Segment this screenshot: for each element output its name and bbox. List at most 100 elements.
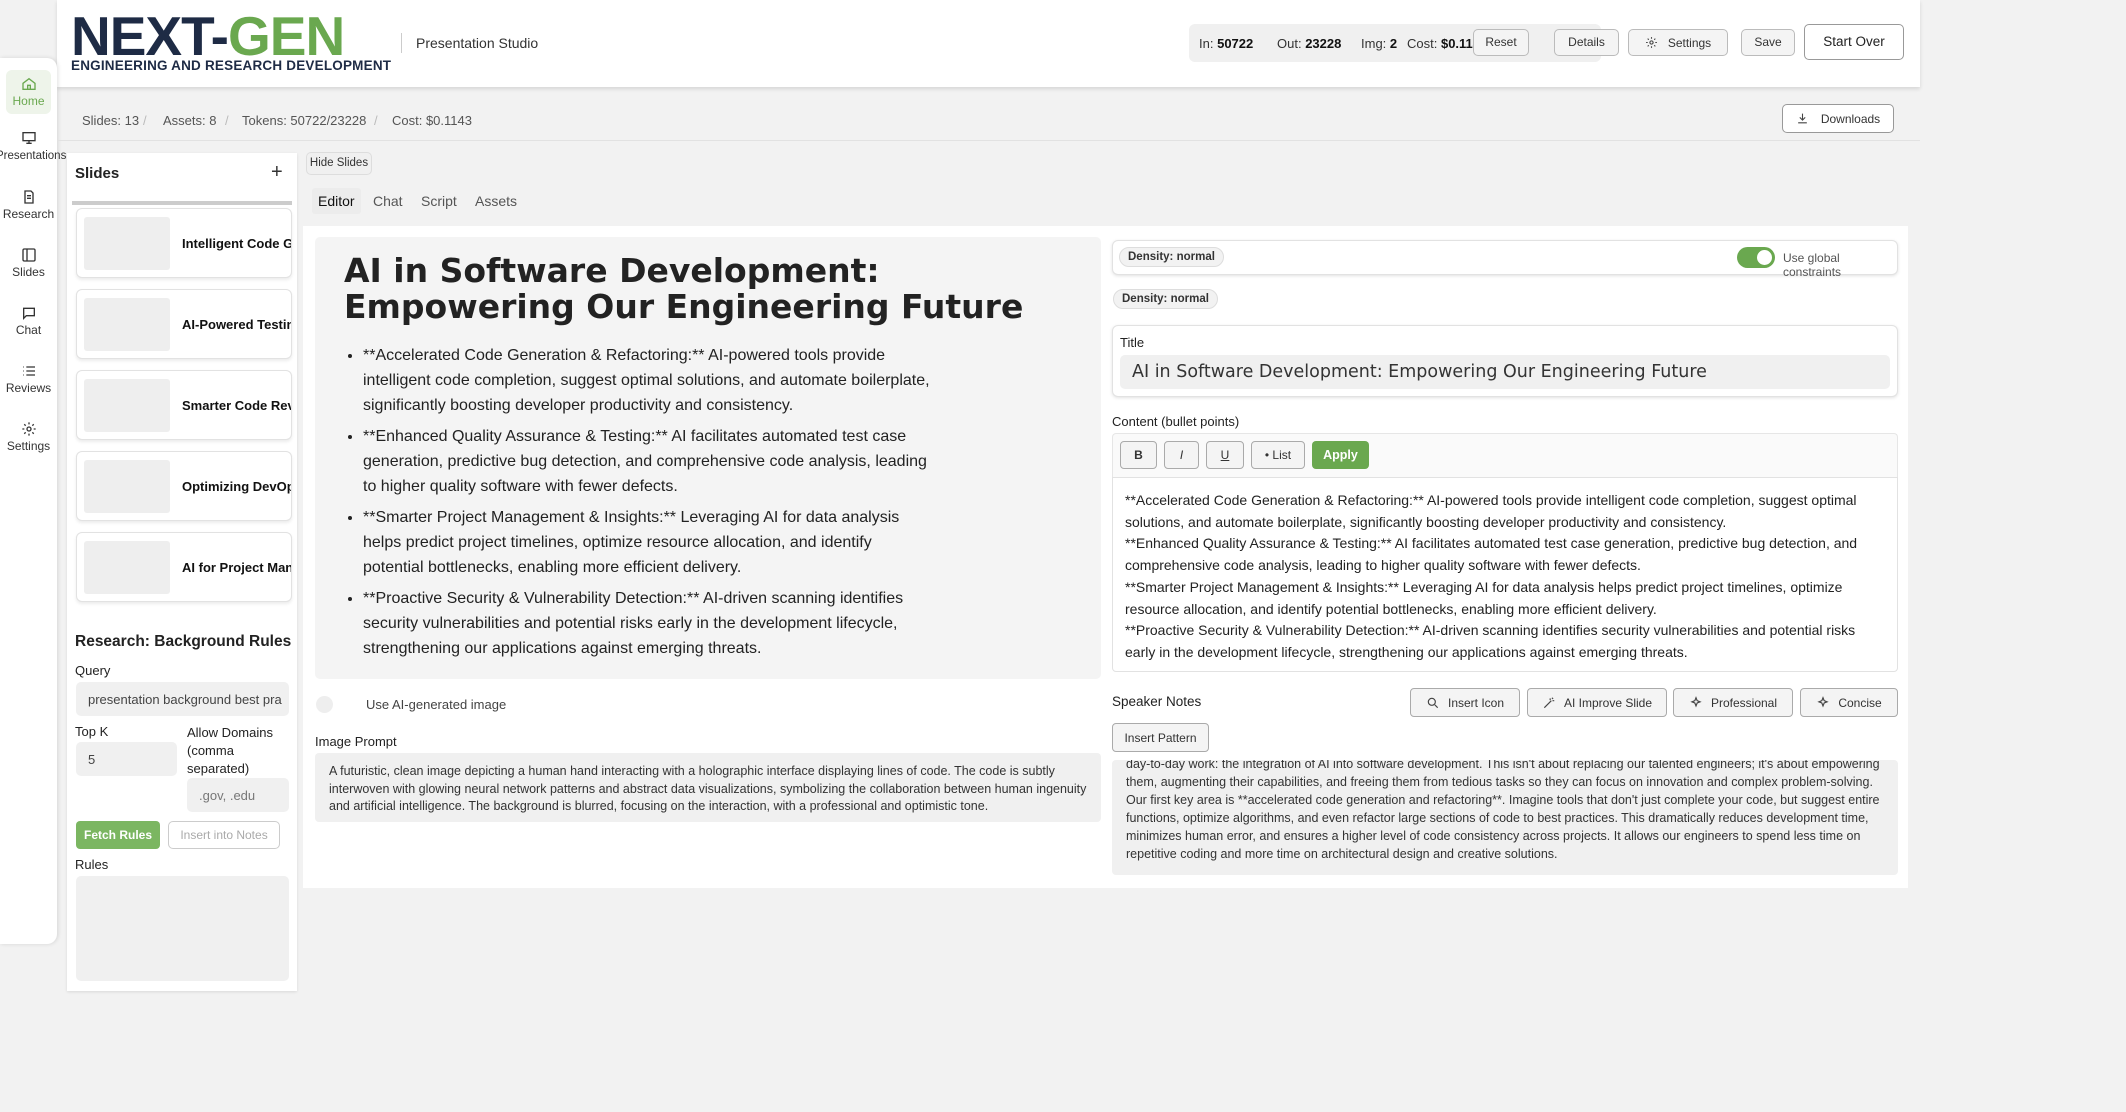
save-button[interactable]: Save [1741, 29, 1795, 56]
fetch-rules-button[interactable]: Fetch Rules [76, 821, 160, 849]
rail-label: Home [12, 94, 45, 108]
topk-label: Top K [75, 724, 109, 739]
italic-button[interactable]: I [1164, 441, 1199, 469]
app-title: Presentation Studio [401, 33, 538, 53]
apply-button[interactable]: Apply [1312, 441, 1369, 469]
content-editor[interactable]: **Accelerated Code Generation & Refactor… [1112, 477, 1898, 672]
rail-label: Reviews [5, 381, 52, 395]
image-prompt-textarea[interactable]: A futuristic, clean image depicting a hu… [315, 753, 1101, 822]
slide-card[interactable]: AI-Powered Testing [76, 289, 292, 359]
rail-item-presentations[interactable]: Presentations [0, 130, 66, 162]
ai-image-checkbox[interactable] [316, 696, 333, 713]
separator: / [143, 113, 147, 128]
stat-out: Out: 23228 [1277, 36, 1342, 51]
concise-button[interactable]: Concise [1800, 688, 1898, 717]
slide-thumbnail [84, 298, 170, 351]
concise-label: Concise [1838, 695, 1882, 710]
gear-icon [1645, 37, 1657, 48]
slide-title: AI-Powered Testing [182, 317, 292, 332]
rail-item-slides[interactable]: Slides [0, 247, 57, 279]
details-button[interactable]: Details [1554, 29, 1619, 56]
rail-label: Chat [15, 323, 42, 337]
list-button[interactable]: • List [1251, 441, 1305, 469]
rail-item-chat[interactable]: Chat [0, 305, 57, 337]
hide-slides-button[interactable]: Hide Slides [306, 152, 372, 175]
professional-button[interactable]: Professional [1673, 688, 1793, 717]
preview-bullets: **Accelerated Code Generation & Refactor… [344, 343, 934, 667]
tab-assets[interactable]: Assets [475, 193, 517, 209]
start-over-button[interactable]: Start Over [1804, 24, 1904, 60]
insert-into-notes-button[interactable]: Insert into Notes [168, 821, 280, 849]
scroll-edge [72, 201, 292, 205]
search-icon [1427, 697, 1439, 708]
ai-improve-button[interactable]: AI Improve Slide [1527, 688, 1667, 717]
nav-rail: Home Presentations Research Slides Chat … [0, 58, 66, 944]
app-header: NEXT-GEN ENGINEERING AND RESEARCH DEVELO… [57, 0, 1920, 87]
slide-card[interactable]: Smarter Code Revie [76, 370, 292, 440]
speaker-notes-textarea[interactable]: day-to-day work: the integration of AI i… [1112, 760, 1898, 875]
magic-wand-icon [1543, 696, 1555, 708]
insert-pattern-button[interactable]: Insert Pattern [1112, 723, 1209, 752]
tab-chat[interactable]: Chat [373, 193, 403, 209]
insert-icon-button[interactable]: Insert Icon [1410, 688, 1520, 717]
image-prompt-label: Image Prompt [315, 734, 397, 749]
rail-label: Slides [12, 265, 45, 279]
reset-button[interactable]: Reset [1473, 29, 1529, 56]
assets-count: Assets: 8 [163, 113, 217, 128]
slide-card[interactable]: AI for Project Mana [76, 532, 292, 602]
rail-label: Research [2, 207, 55, 221]
downloads-button[interactable]: Downloads [1782, 104, 1894, 133]
sparkle-icon [1690, 695, 1702, 707]
slide-title: AI for Project Mana [182, 560, 292, 575]
research-title: Research: Background Rules [75, 633, 292, 650]
domains-label: Allow Domains (comma separated) [187, 725, 273, 776]
logo: NEXT-GEN [71, 5, 345, 67]
content-line: **Smarter Project Management & Insights:… [1125, 578, 1843, 617]
slides-icon [21, 248, 36, 262]
preview-bullet: **Enhanced Quality Assurance & Testing:*… [363, 424, 934, 499]
chat-icon [22, 307, 35, 320]
add-slide-button[interactable]: + [271, 161, 283, 184]
rail-item-home[interactable]: Home [6, 70, 51, 114]
title-card: Title AI in Software Development: Empowe… [1112, 325, 1898, 397]
density-pill: Density: normal [1119, 247, 1224, 267]
downloads-label: Downloads [1820, 111, 1881, 126]
query-input[interactable]: presentation background best pra [76, 682, 289, 716]
global-constraints-toggle[interactable] [1737, 247, 1775, 268]
slide-card[interactable]: Optimizing DevOps [76, 451, 292, 521]
slide-preview: AI in Software Development: Empowering O… [315, 237, 1101, 679]
tokens-count: Tokens: 50722/23228 [242, 113, 367, 128]
preview-bullet: **Smarter Project Management & Insights:… [363, 505, 934, 580]
slide-thumbnail [84, 379, 170, 432]
title-input[interactable]: AI in Software Development: Empowering O… [1120, 355, 1890, 389]
separator: / [374, 113, 378, 128]
tab-script[interactable]: Script [421, 193, 457, 209]
document-icon [23, 190, 34, 204]
insert-icon-label: Insert Icon [1447, 695, 1505, 710]
logo-subtitle: ENGINEERING AND RESEARCH DEVELOPMENT [71, 58, 392, 73]
rules-textarea[interactable] [76, 876, 289, 981]
underline-button[interactable]: U [1206, 441, 1244, 469]
professional-label: Professional [1710, 695, 1778, 710]
query-label: Query [75, 663, 111, 678]
tab-editor[interactable]: Editor [312, 188, 361, 214]
rail-label: Presentations [0, 150, 67, 162]
rail-label: Settings [6, 439, 51, 453]
ai-image-label: Use AI-generated image [366, 697, 507, 712]
rail-item-reviews[interactable]: Reviews [0, 363, 57, 395]
slide-thumbnail [84, 217, 170, 270]
settings-button[interactable]: Settings [1628, 29, 1728, 56]
slide-title: Intelligent Code Gen [182, 236, 291, 251]
stat-img: Img: 2 [1361, 36, 1398, 51]
rail-item-research[interactable]: Research [0, 189, 57, 221]
slides-count: Slides: 13 [82, 113, 140, 128]
bold-button[interactable]: B [1120, 441, 1157, 469]
topk-input[interactable]: 5 [76, 742, 177, 776]
ai-improve-label: AI Improve Slide [1563, 695, 1653, 710]
home-icon [21, 77, 36, 90]
download-icon [1797, 113, 1807, 124]
content-line: **Proactive Security & Vulnerability Det… [1125, 622, 1856, 660]
domains-input[interactable]: .gov, .edu [187, 778, 289, 812]
slide-card[interactable]: Intelligent Code Gen [76, 208, 292, 278]
rail-item-settings[interactable]: Settings [0, 421, 57, 453]
